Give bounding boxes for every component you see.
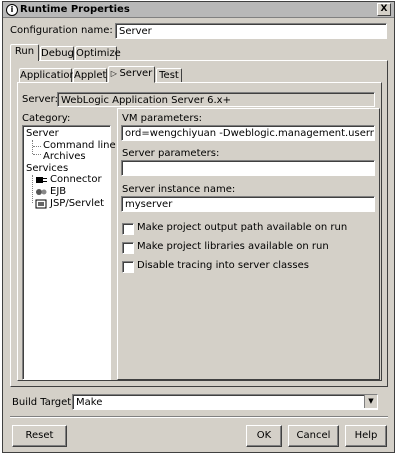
tab-debug[interactable]: Debug (40, 46, 74, 61)
close-button[interactable]: X (377, 3, 391, 16)
tab-application[interactable]: Application (19, 68, 76, 83)
tab-optimize[interactable]: Optimize (75, 46, 121, 61)
chevron-down-icon[interactable]: ▼ (364, 395, 377, 408)
cancel-button[interactable]: Cancel (288, 425, 339, 447)
vm-params-input[interactable]: ord=wengchiyuan -Dweblogic.management.us… (121, 125, 375, 141)
libraries-checkbox[interactable] (122, 242, 134, 254)
ok-button[interactable]: OK (246, 425, 282, 447)
connector-icon (36, 177, 47, 183)
help-button[interactable]: Help (345, 425, 387, 447)
server-params-label: Server parameters: (122, 148, 220, 159)
tab-server[interactable]: ▷ Server (108, 66, 155, 83)
window-title: Runtime Properties (20, 4, 130, 15)
tree-item-jsp-servlet[interactable]: JSP/Servlet (50, 198, 104, 209)
output-path-checkbox[interactable] (122, 223, 134, 235)
divider (10, 416, 388, 418)
reset-button[interactable]: Reset (12, 425, 67, 447)
tree-item-archives[interactable]: Archives (43, 151, 86, 162)
tree-item-ejb[interactable]: EJB (50, 186, 66, 197)
runtime-properties-dialog: i Runtime Properties X Configuration nam… (2, 1, 395, 453)
vm-params-label: VM parameters: (122, 113, 203, 124)
tree-line (33, 146, 41, 147)
libraries-label: Make project libraries available on run (137, 241, 329, 252)
server-value: WebLogic Application Server 6.x+ (57, 92, 375, 107)
tree-item-services[interactable]: Services (26, 163, 68, 174)
disable-tracing-label: Disable tracing into server classes (137, 260, 309, 271)
title-bar: i Runtime Properties X (3, 2, 394, 18)
server-label: Server: (22, 94, 58, 105)
jsp-servlet-icon (35, 199, 47, 209)
config-name-input[interactable]: Server (115, 23, 387, 39)
disable-tracing-checkbox[interactable] (122, 261, 134, 273)
instance-name-label: Server instance name: (122, 184, 236, 195)
tree-item-server[interactable]: Server (26, 128, 59, 139)
build-target-value: Make (76, 397, 103, 408)
instance-name-input[interactable]: myserver (121, 196, 375, 212)
build-target-select[interactable]: Make ▼ (72, 394, 378, 410)
tree-line (32, 140, 33, 154)
build-target-label: Build Target: (12, 397, 75, 408)
config-name-label: Configuration name: (10, 25, 113, 36)
tab-applet[interactable]: Applet (73, 68, 107, 83)
tab-run[interactable]: Run (10, 44, 39, 61)
tree-line (33, 154, 41, 155)
server-params-input[interactable] (121, 160, 375, 176)
tab-server-label: Server (119, 68, 153, 79)
app-icon: i (6, 4, 18, 16)
tree-line (32, 175, 33, 203)
ejb-icon (36, 189, 47, 195)
output-path-label: Make project output path available on ru… (137, 222, 348, 233)
category-label: Category: (22, 113, 71, 124)
tree-item-command-line[interactable]: Command line (43, 140, 116, 151)
tree-item-connector[interactable]: Connector (50, 174, 102, 185)
tab-test[interactable]: Test (156, 68, 182, 83)
category-tree[interactable]: Server Command line Archives Services Co… (22, 125, 116, 380)
